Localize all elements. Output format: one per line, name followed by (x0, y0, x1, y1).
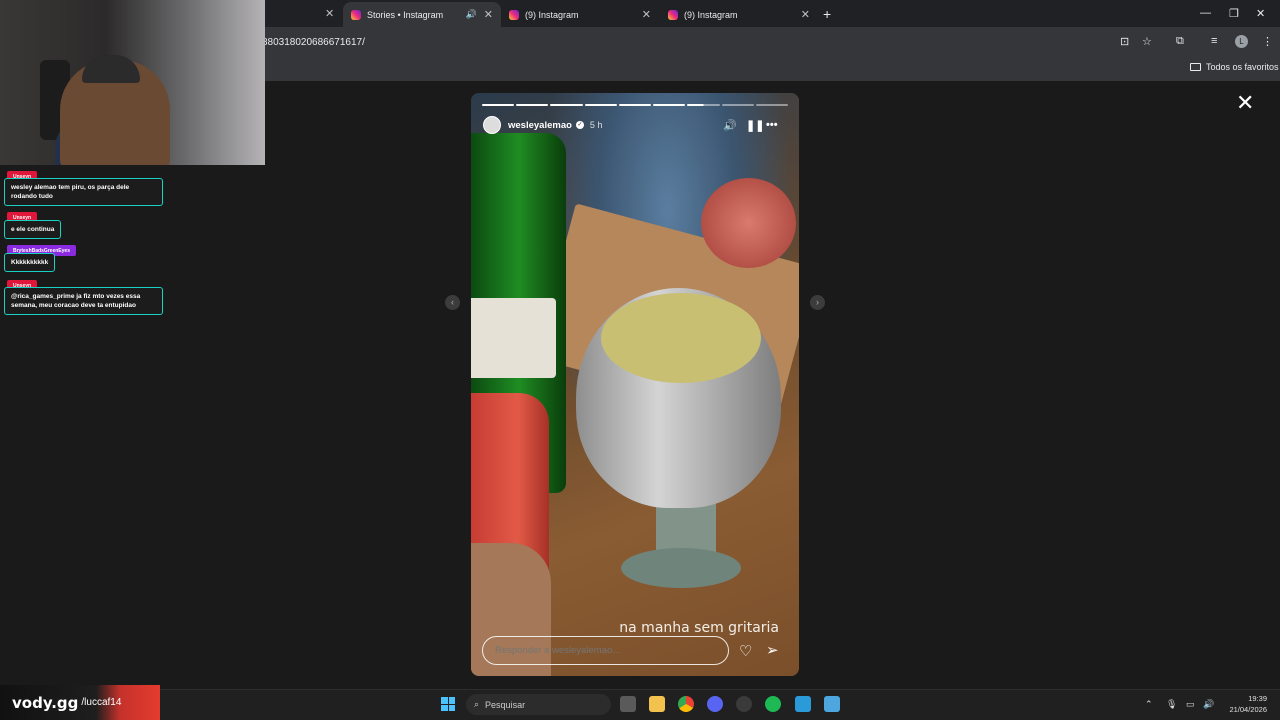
chat-message: @rica_games_prime ja fiz mto vezes essa … (4, 287, 163, 315)
tab-close-icon[interactable]: ✕ (801, 8, 810, 21)
microphone-icon[interactable]: 🎙 (1166, 699, 1177, 710)
tab-label: (9) Instagram (525, 9, 579, 20)
glass-base (621, 548, 741, 588)
progress-segment (516, 104, 549, 106)
audio-playing-icon[interactable]: 🔊 (466, 9, 477, 20)
chrome-icon[interactable] (678, 696, 694, 712)
story-timestamp: 5 h (589, 120, 603, 130)
progress-segment (653, 104, 686, 106)
progress-segment (687, 104, 720, 106)
menu-kebab-icon[interactable]: ⋮ (1262, 35, 1273, 48)
clock-date: 21/04/2026 (1229, 705, 1267, 714)
reply-input[interactable] (482, 636, 729, 665)
story-username[interactable]: wesleyalemao (508, 120, 572, 131)
notepad-icon[interactable] (824, 696, 840, 712)
story-caption: na manha sem gritaria (619, 620, 779, 636)
search-icon: ⌕ (474, 699, 480, 709)
story-header: wesleyalemao ✓ 5 h (483, 115, 789, 135)
media-control-icon[interactable]: ≡ (1211, 35, 1217, 47)
photos-app-icon[interactable] (795, 696, 811, 712)
obs-icon[interactable] (736, 696, 752, 712)
progress-segment (618, 104, 652, 106)
instagram-favicon-icon (351, 9, 361, 20)
story-user-avatar[interactable] (483, 116, 501, 134)
close-story-viewer-icon[interactable]: ✕ (1236, 92, 1254, 114)
next-story-arrow-icon[interactable]: › (810, 295, 825, 310)
chat-message: Kkkkkkkkkk (4, 253, 56, 272)
tab-close-icon[interactable]: ✕ (642, 8, 651, 21)
send-icon[interactable]: ➢ (766, 641, 779, 659)
task-view-icon[interactable] (620, 696, 636, 712)
bookmark-star-icon[interactable]: ☆ (1142, 35, 1152, 48)
progress-segment (584, 104, 617, 106)
webcam-overlay (0, 0, 265, 165)
chat-message: e ele continua (4, 220, 62, 239)
tab-close-icon[interactable]: ✕ (484, 8, 493, 21)
progress-segment (721, 104, 754, 106)
all-favorites-button[interactable]: Todos os favoritos (1190, 62, 1279, 72)
drink-with-ice (601, 293, 761, 383)
window-close-icon[interactable]: ✕ (1256, 7, 1265, 20)
more-options-icon[interactable]: ••• (766, 119, 778, 131)
mute-toggle-icon[interactable]: 🔊 (723, 119, 737, 132)
tab-label: Stories • Instagram (367, 9, 444, 20)
tab-instagram-1[interactable]: (9) Instagram ✕ (501, 2, 659, 27)
streamer-cap (82, 55, 140, 83)
network-icon[interactable]: ▭ (1186, 699, 1195, 710)
previous-story-arrow-icon[interactable]: ‹ (445, 295, 460, 310)
spotify-icon[interactable] (765, 696, 781, 712)
taskbar-clock[interactable]: 19:39 21/04/2026 (1222, 693, 1267, 715)
verified-badge-icon: ✓ (575, 121, 584, 129)
salami-slices (701, 178, 796, 268)
heart-icon[interactable]: ♡ (739, 642, 752, 660)
stream-brand-overlay: vody.gg /luccaf14 (0, 685, 160, 720)
instagram-favicon-icon (668, 9, 678, 20)
pause-icon[interactable]: ❚❚ (746, 119, 764, 132)
new-tab-icon[interactable]: + (823, 6, 831, 22)
discord-icon[interactable] (707, 696, 723, 712)
streamer-handle: /luccaf14 (81, 697, 122, 708)
search-label: Pesquisar (485, 699, 526, 710)
windows-taskbar (0, 689, 1280, 720)
prev-tab-close-icon[interactable]: ✕ (325, 7, 334, 20)
chat-message: wesley alemao tem piru, os parça dele ro… (4, 178, 163, 206)
taskbar-search[interactable]: ⌕ Pesquisar (466, 694, 611, 715)
tab-instagram-2[interactable]: (9) Instagram ✕ (660, 2, 818, 27)
progress-segment (550, 104, 583, 106)
profile-avatar[interactable]: L (1235, 35, 1248, 48)
progress-segment (755, 104, 788, 106)
tab-stories-instagram[interactable]: Stories • Instagram 🔊 ✕ (343, 2, 501, 27)
folder-icon (1190, 63, 1201, 71)
all-favorites-label: Todos os favoritos (1206, 62, 1279, 72)
minimize-icon[interactable]: — (1200, 7, 1211, 19)
restore-icon[interactable]: ❐ (1229, 7, 1239, 20)
volume-icon[interactable]: 🔊 (1203, 699, 1214, 710)
clock-time: 19:39 (1248, 694, 1267, 703)
address-bar[interactable]: 880318020686671617/ (262, 37, 365, 48)
story-card[interactable]: wesleyalemao ✓ 5 h 🔊 ❚❚ ••• na manha sem… (471, 93, 799, 676)
tab-label: (9) Instagram (684, 9, 738, 20)
extensions-icon[interactable]: ⧉ (1176, 35, 1184, 48)
bottle-label (471, 298, 556, 378)
install-app-icon[interactable]: ⊡ (1120, 35, 1129, 48)
windows-start-icon[interactable] (441, 697, 455, 711)
progress-segment (482, 104, 515, 106)
tray-overflow-icon[interactable]: ⌃ (1145, 699, 1153, 710)
file-explorer-icon[interactable] (649, 696, 665, 712)
instagram-favicon-icon (509, 9, 519, 20)
vody-logo: vody.gg (12, 693, 79, 712)
story-progress-bar (482, 104, 788, 106)
